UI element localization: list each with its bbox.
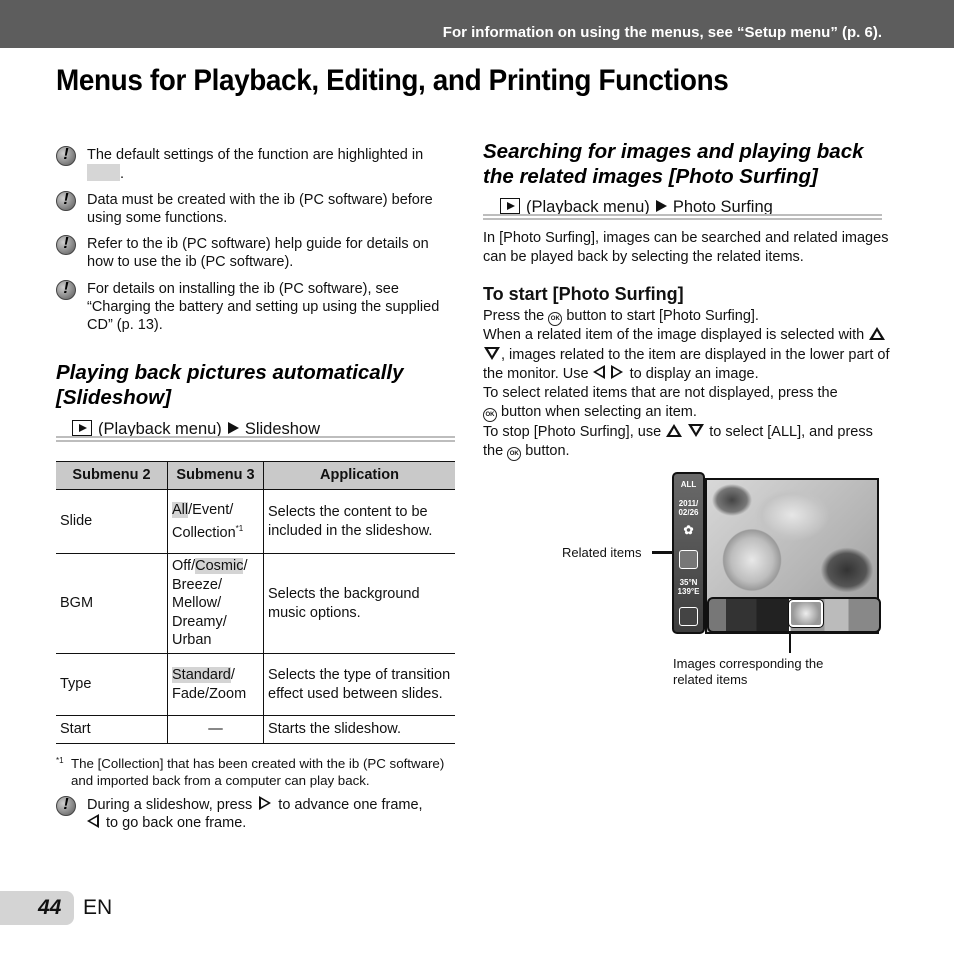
down-arrow-key-icon [688, 423, 705, 437]
slideshow-options-table: Submenu 2 Submenu 3 Application Slide Al… [56, 461, 455, 744]
arrow-right-icon [227, 422, 239, 434]
playback-icon [72, 420, 92, 436]
table-header-row: Submenu 2 Submenu 3 Application [56, 461, 455, 490]
default-value: All [172, 502, 189, 518]
divider [56, 436, 455, 442]
table-header: Application [263, 461, 455, 490]
page-number-tab [0, 891, 74, 925]
photo-surfing-section-title: Searching for images and playing back th… [483, 140, 864, 188]
photo-surfing-intro: In [Photo Surfing], images can be search… [483, 230, 889, 265]
caution-icon [56, 146, 76, 166]
table-row: Slide All/Event/Collection*1 Selects the… [56, 489, 455, 554]
caution-icon [56, 280, 76, 300]
right-arrow-key-icon [610, 364, 623, 379]
callout-related-items: Related items [562, 545, 642, 560]
default-value: Cosmic [195, 558, 244, 575]
footnote-mark: *1 [235, 523, 244, 533]
divider [483, 214, 882, 220]
note-default-settings: The default settings of the function are… [56, 146, 456, 183]
footnote: *1 The [Collection] that has been create… [56, 756, 445, 788]
ok-button-icon: OK [483, 408, 497, 423]
table-header: Submenu 3 [167, 461, 264, 490]
header-bar: For information on using the menus, see … [0, 0, 954, 48]
related-item-location: 35°N 139°E [677, 578, 700, 596]
callout-line [652, 551, 672, 554]
page-number: 44 [38, 896, 62, 919]
table-row: Type Standard/ Fade/Zoom Selects the typ… [56, 653, 455, 716]
start-photo-surfing-heading: To start [Photo Surfing] [483, 284, 684, 304]
related-item-all: ALL [680, 480, 697, 489]
table-row: Start — Starts the slideshow. [56, 715, 455, 744]
header-info-text: For information on using the menus, see … [442, 24, 882, 41]
photo-surfing-steps: Press the OK button to start [Photo Surf… [483, 308, 890, 462]
slideshow-section-title: Playing back pictures automatically [Sli… [56, 361, 404, 409]
note-slideshow-controls: During a slideshow, press to advance one… [56, 796, 456, 832]
caution-icon [56, 191, 76, 211]
default-highlight-swatch [87, 164, 120, 181]
note-ib-data: Data must be created with the ib (PC sof… [56, 191, 456, 227]
related-item-date: 2011/02/26 [678, 499, 699, 517]
caution-icon [56, 796, 76, 816]
note-ib-help: Refer to the ib (PC software) help guide… [56, 235, 456, 271]
page-title: Menus for Playback, Editing, and Printin… [56, 64, 729, 97]
up-arrow-key-icon [666, 423, 683, 437]
up-arrow-key-icon [869, 327, 886, 341]
ok-button-icon: OK [507, 447, 522, 462]
left-arrow-key-icon [592, 364, 605, 379]
down-arrow-key-icon [484, 346, 500, 360]
caution-icon [56, 235, 76, 255]
face-icon [679, 550, 698, 569]
arrow-right-icon [655, 200, 667, 212]
table-row: BGM Off/Cosmic/ Breeze/ Mellow/ Dreamy/ … [56, 553, 455, 654]
image-thumbnail-icon [679, 607, 698, 626]
callout-line [789, 634, 791, 653]
left-arrow-key-icon [87, 814, 99, 828]
table-header: Submenu 2 [56, 461, 168, 490]
callout-images: Images corresponding the related items [673, 656, 824, 687]
ok-button-icon: OK [548, 312, 563, 326]
playback-icon [500, 198, 520, 214]
right-arrow-key-icon [259, 796, 272, 810]
note-ib-install: For details on installing the ib (PC sof… [56, 280, 456, 334]
flower-scene-icon: ✿ [683, 523, 694, 537]
related-items-panel: ALL 2011/02/26 ✿ 35°N 139°E [672, 472, 705, 634]
default-value: Standard [172, 667, 231, 683]
page-language: EN [83, 896, 113, 919]
selected-thumbnail [788, 599, 824, 628]
